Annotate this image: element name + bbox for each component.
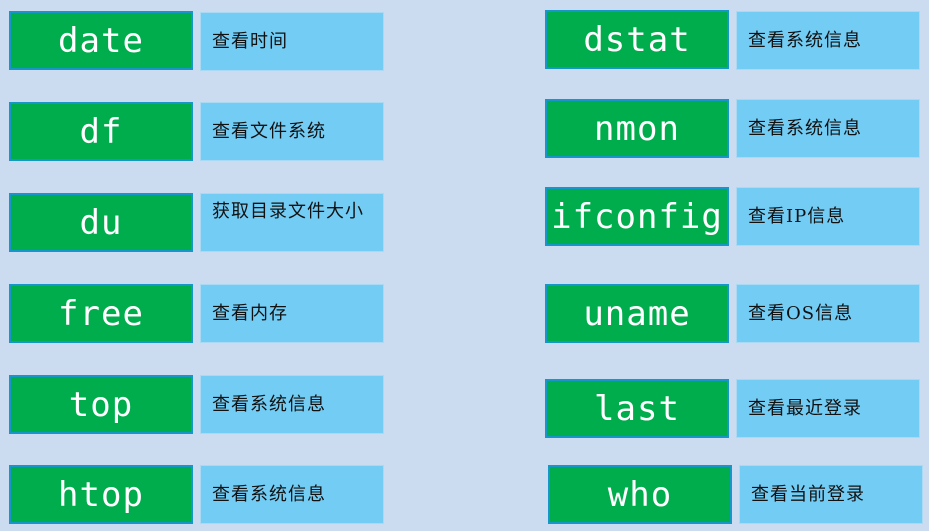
command-description: 查看系统信息: [200, 375, 384, 434]
command-description: 查看系统信息: [200, 465, 384, 524]
command-name: du: [9, 193, 193, 252]
command-name: date: [9, 11, 193, 70]
command-description: 获取目录文件大小: [200, 193, 384, 252]
command-description: 查看IP信息: [736, 187, 920, 246]
command-name: top: [9, 375, 193, 434]
command-name: df: [9, 102, 193, 161]
command-name: free: [9, 284, 193, 343]
command-name: htop: [9, 465, 193, 524]
command-description: 查看系统信息: [736, 11, 920, 70]
command-name: dstat: [545, 10, 729, 69]
command-description: 查看当前登录: [739, 465, 923, 524]
command-description: 查看时间: [200, 12, 384, 71]
command-name: who: [548, 465, 732, 524]
command-name: nmon: [545, 99, 729, 158]
command-name: last: [545, 379, 729, 438]
command-description: 查看最近登录: [736, 379, 920, 438]
command-description: 查看OS信息: [736, 284, 920, 343]
command-name: uname: [545, 284, 729, 343]
command-description: 查看系统信息: [736, 99, 920, 158]
command-description: 查看内存: [200, 284, 384, 343]
command-description: 查看文件系统: [200, 102, 384, 161]
command-name: ifconfig: [545, 187, 729, 246]
